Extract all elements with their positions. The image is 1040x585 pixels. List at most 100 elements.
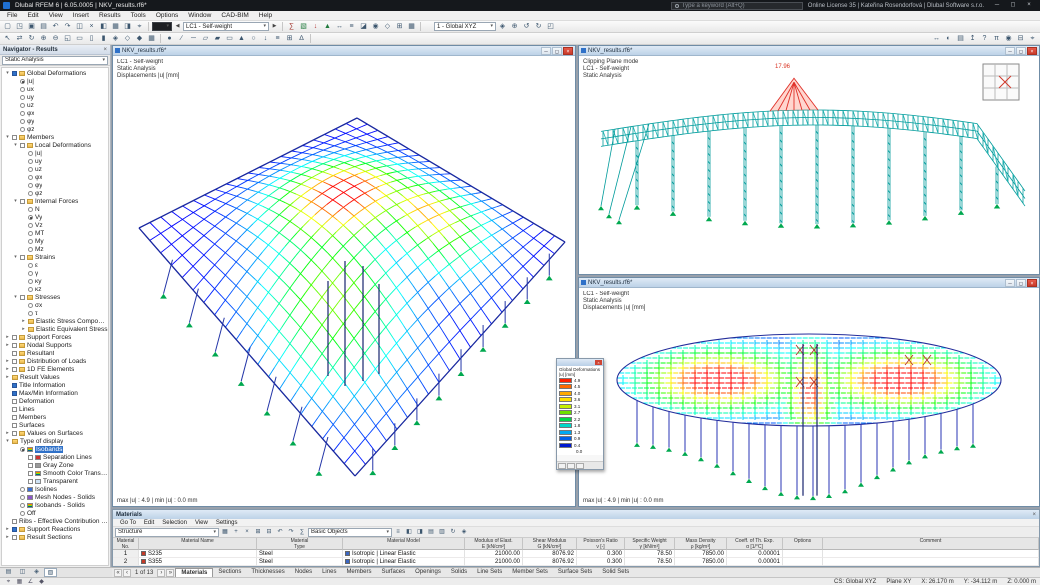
nav-tree-item[interactable]: Members	[2, 413, 108, 421]
maximize-button[interactable]: ◻	[1005, 1, 1021, 10]
legend-settings-button[interactable]	[558, 462, 566, 469]
previous-table-button[interactable]: ‹	[123, 568, 131, 577]
redo-icon[interactable]: ↷	[62, 22, 73, 32]
menu-window[interactable]: Window	[183, 12, 216, 19]
menu-help[interactable]: Help	[254, 12, 277, 19]
show-results-icon[interactable]: ▧	[298, 22, 309, 32]
nav-tree-item[interactable]: φy	[2, 117, 108, 125]
export-table-icon[interactable]: ▤	[426, 528, 436, 537]
table-tab-materials[interactable]: Materials	[175, 568, 214, 577]
table-cell[interactable]	[783, 550, 823, 558]
checkbox-icon[interactable]	[12, 422, 17, 428]
chevron-right-icon[interactable]: ▸	[5, 334, 10, 340]
radio-icon[interactable]	[28, 150, 33, 156]
checkbox-icon[interactable]	[28, 470, 33, 476]
selection-mode-icon[interactable]: ◇	[382, 22, 393, 32]
menu-view[interactable]: View	[44, 12, 68, 19]
wireframe-icon[interactable]: ◇	[122, 34, 133, 44]
checkbox-icon[interactable]	[12, 366, 17, 372]
chevron-right-icon[interactable]: ▸	[21, 318, 26, 324]
nav-tree-item[interactable]: Mesh Nodes - Solids	[2, 493, 108, 501]
viewport-restore-button[interactable]: ◻	[1016, 278, 1026, 287]
nav-tree-item[interactable]: κy	[2, 277, 108, 285]
units-icon[interactable]: π	[991, 34, 1002, 44]
info-icon[interactable]: ◉	[1003, 34, 1014, 44]
combinations-icon[interactable]: ⊞	[284, 34, 295, 44]
isometric-view-icon[interactable]: ◈	[497, 22, 508, 32]
viewport-close-button[interactable]: ×	[563, 46, 573, 55]
menu-file[interactable]: File	[2, 12, 22, 19]
nav-tree-item[interactable]: ▾ Internal Forces	[2, 197, 108, 205]
collapse-icon[interactable]: ⊟	[1015, 34, 1026, 44]
mesh-display-icon[interactable]: ▦	[146, 34, 157, 44]
redo-icon[interactable]: ↷	[286, 528, 296, 537]
collapse-icon[interactable]: ⊟	[264, 528, 274, 537]
table-tab-solids[interactable]: Solids	[446, 568, 472, 577]
select-icon[interactable]: ↖	[2, 34, 13, 44]
first-table-button[interactable]: «	[114, 568, 122, 577]
nav-tree-item[interactable]: My	[2, 237, 108, 245]
nav-tree-item[interactable]: Separation Lines	[2, 453, 108, 461]
nav-tree-item[interactable]: Gray Zone	[2, 461, 108, 469]
nav-tree-item[interactable]: φx	[2, 173, 108, 181]
new-solid-icon[interactable]: ▰	[212, 34, 223, 44]
radio-icon[interactable]	[20, 486, 25, 492]
radio-icon[interactable]	[28, 238, 33, 244]
columns-right-icon[interactable]: ◨	[415, 528, 425, 537]
nav-tree-item[interactable]: ▸ Result Sections	[2, 533, 108, 541]
zoom-window-icon[interactable]: ◱	[62, 34, 73, 44]
new-support-icon[interactable]: ▲	[236, 34, 247, 44]
checkbox-icon[interactable]	[28, 462, 33, 468]
calculate-icon[interactable]: ∑	[286, 22, 297, 32]
viewport-minimize-button[interactable]: ─	[1005, 46, 1015, 55]
nav-tree-item[interactable]: τ	[2, 309, 108, 317]
pan-icon[interactable]: ⇄	[14, 34, 25, 44]
radio-icon[interactable]	[20, 502, 25, 508]
legend-options-button[interactable]	[576, 462, 584, 469]
viewport-minimize-button[interactable]: ─	[541, 46, 551, 55]
nav-tree-item[interactable]: ▾ Global Deformations	[2, 69, 108, 77]
nav-tree-item[interactable]: φz	[2, 125, 108, 133]
radio-icon[interactable]	[28, 190, 33, 196]
menu-options[interactable]: Options	[151, 12, 183, 19]
nav-tree-item[interactable]: Deformation	[2, 397, 108, 405]
nav-tree-item[interactable]: ▸ 1D FE Elements	[2, 365, 108, 373]
radio-icon[interactable]	[20, 110, 25, 116]
checkbox-icon[interactable]	[12, 390, 17, 396]
nav-tree-item[interactable]: Mz	[2, 245, 108, 253]
nav-tree-item[interactable]: γ	[2, 269, 108, 277]
elevation-result-view[interactable]	[579, 288, 1039, 506]
import-table-icon[interactable]: ▥	[437, 528, 447, 537]
table-cell[interactable]: 0.300	[577, 550, 625, 558]
nav-tree-item[interactable]: Title Information	[2, 381, 108, 389]
checkbox-icon[interactable]	[12, 350, 17, 356]
copy-icon[interactable]: ◫	[74, 22, 85, 32]
nav-tree-item[interactable]: Isobands - Solids	[2, 501, 108, 509]
nav-tree-item[interactable]: |u|	[2, 149, 108, 157]
view-3d-icon[interactable]: ◈	[459, 528, 469, 537]
snap-settings-icon[interactable]: ⌖	[134, 22, 145, 32]
nav-tree-item[interactable]: ▾ Stresses	[2, 293, 108, 301]
radio-icon[interactable]	[20, 94, 25, 100]
table-tab-surface-sets[interactable]: Surface Sets	[553, 568, 597, 577]
nav-tree-item[interactable]: ▾ Type of display	[2, 437, 108, 445]
close-button[interactable]: ×	[1021, 1, 1037, 10]
nav-tree-item[interactable]: N	[2, 205, 108, 213]
checkbox-icon[interactable]	[12, 526, 17, 532]
nav-tree-item[interactable]: Smooth Color Transition	[2, 469, 108, 477]
export-icon[interactable]: ↥	[967, 34, 978, 44]
minimize-button[interactable]: ─	[989, 1, 1005, 10]
checkbox-icon[interactable]	[12, 358, 17, 364]
nav-tree-item[interactable]: Vy	[2, 213, 108, 221]
solid-display-icon[interactable]: ◆	[134, 34, 145, 44]
checkbox-icon[interactable]	[20, 294, 25, 300]
table-cell[interactable]: S355	[139, 558, 257, 566]
chevron-right-icon[interactable]: ▸	[5, 358, 10, 364]
radio-icon[interactable]	[28, 310, 33, 316]
coordinate-system-select[interactable]: 1 - Global XYZ ▾	[434, 22, 496, 31]
checkbox-icon[interactable]	[28, 454, 33, 460]
table-tab-members[interactable]: Members	[341, 568, 376, 577]
radio-icon[interactable]	[28, 174, 33, 180]
menu-edit[interactable]: Edit	[22, 12, 43, 19]
table-tab-nodes[interactable]: Nodes	[290, 568, 317, 577]
